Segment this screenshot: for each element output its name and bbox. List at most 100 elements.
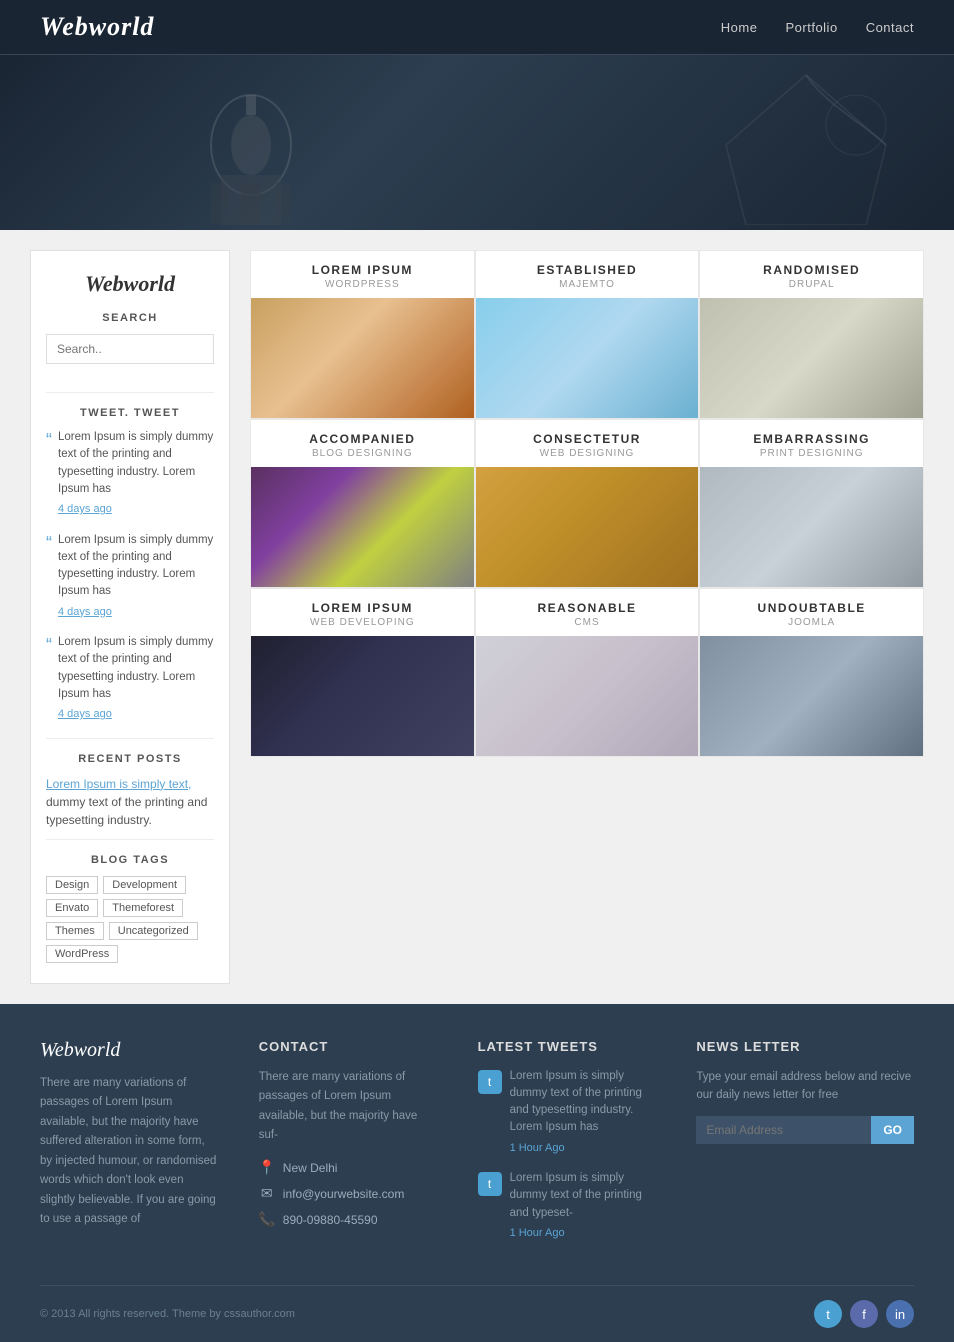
email-icon: ✉: [259, 1186, 275, 1202]
footer-address: 📍 New Delhi: [259, 1160, 438, 1176]
footer-tweets-title: LATEST TWEETS: [478, 1039, 657, 1054]
tweet-quote-icon-1: “: [46, 431, 52, 518]
tweet-item-3: “ Lorem Ipsum is simply dummy text of th…: [46, 634, 214, 723]
tweet-time-2[interactable]: 4 days ago: [58, 604, 214, 621]
portfolio-image-7: [251, 636, 474, 756]
portfolio-row-2: ACCOMPANIED BLOG DESIGNING CONSECTETUR W…: [250, 419, 924, 588]
twitter-icon-2: t: [478, 1172, 502, 1196]
tag-wordpress[interactable]: WordPress: [46, 945, 118, 963]
footer-contact-desc: There are many variations of passages of…: [259, 1068, 438, 1146]
portfolio-title-9: UNDOUBTABLE: [705, 601, 918, 615]
footer-contact-title: CONTACT: [259, 1039, 438, 1054]
portfolio-image-5: [476, 467, 699, 587]
portfolio-title-6: EMBARRASSING: [705, 432, 918, 446]
header-logo: Webworld: [40, 12, 154, 42]
footer-tweet-1: t Lorem Ipsum is simply dummy text of th…: [478, 1068, 657, 1157]
tag-design[interactable]: Design: [46, 876, 98, 894]
tweet-time-1[interactable]: 4 days ago: [58, 501, 214, 518]
tag-uncategorized[interactable]: Uncategorized: [109, 922, 198, 940]
tweet-content-2: Lorem Ipsum is simply dummy text of the …: [58, 532, 214, 621]
portfolio-subtitle-4: BLOG DESIGNING: [256, 448, 469, 459]
social-linkedin-button[interactable]: in: [886, 1300, 914, 1328]
portfolio-header-4: ACCOMPANIED BLOG DESIGNING: [251, 420, 474, 467]
portfolio-subtitle-5: WEB DESIGNING: [481, 448, 694, 459]
tweet-content-1: Lorem Ipsum is simply dummy text of the …: [58, 429, 214, 518]
portfolio-item-8[interactable]: REASONABLE CMS: [475, 588, 700, 757]
tag-themeforest[interactable]: Themeforest: [103, 899, 183, 917]
footer-newsletter-title: NEWS LETTER: [696, 1039, 914, 1054]
nav-home[interactable]: Home: [721, 20, 758, 35]
twitter-icon-1: t: [478, 1070, 502, 1094]
footer-newsletter-col: NEWS LETTER Type your email address belo…: [696, 1039, 914, 1256]
hero-structure-icon: [706, 65, 906, 225]
footer-email: ✉ info@yourwebsite.com: [259, 1186, 438, 1202]
portfolio-item-7[interactable]: LOREM IPSUM WEB DEVELOPING: [250, 588, 475, 757]
portfolio-item-3[interactable]: RANDOMISED DRUPAL: [699, 250, 924, 419]
tweet-item-1: “ Lorem Ipsum is simply dummy text of th…: [46, 429, 214, 518]
portfolio-header-2: ESTABLISHED MAJEMTO: [476, 251, 699, 298]
portfolio-subtitle-2: MAJEMTO: [481, 279, 694, 290]
sidebar-divider-1: [46, 392, 214, 393]
portfolio-header-9: UNDOUBTABLE JOOMLA: [700, 589, 923, 636]
tweet-item-2: “ Lorem Ipsum is simply dummy text of th…: [46, 532, 214, 621]
footer-tweet-2: t Lorem Ipsum is simply dummy text of th…: [478, 1170, 657, 1241]
newsletter-submit-button[interactable]: GO: [871, 1116, 914, 1144]
sidebar-divider-2: [46, 738, 214, 739]
portfolio-title-1: LOREM IPSUM: [256, 263, 469, 277]
footer-tweet-content-2: Lorem Ipsum is simply dummy text of the …: [510, 1170, 657, 1241]
tag-development[interactable]: Development: [103, 876, 186, 894]
portfolio-image-3: [700, 298, 923, 418]
portfolio-title-2: ESTABLISHED: [481, 263, 694, 277]
tag-themes[interactable]: Themes: [46, 922, 104, 940]
recent-posts-link[interactable]: Lorem Ipsum is simply text,: [46, 777, 191, 791]
portfolio-item-9[interactable]: UNDOUBTABLE JOOMLA: [699, 588, 924, 757]
tweet-section-title: TWEET. TWEET: [46, 407, 214, 419]
portfolio-subtitle-7: WEB DEVELOPING: [256, 617, 469, 628]
social-twitter-button[interactable]: t: [814, 1300, 842, 1328]
footer-logo: Webworld: [40, 1039, 219, 1062]
phone-icon: 📞: [259, 1212, 275, 1228]
portfolio-item-1[interactable]: LOREM IPSUM WORDPRESS: [250, 250, 475, 419]
portfolio-title-3: RANDOMISED: [705, 263, 918, 277]
portfolio-subtitle-9: JOOMLA: [705, 617, 918, 628]
recent-posts-title: RECENT POSTS: [46, 753, 214, 765]
portfolio-title-7: LOREM IPSUM: [256, 601, 469, 615]
footer-about-col: Webworld There are many variations of pa…: [40, 1039, 219, 1256]
tweet-time-3[interactable]: 4 days ago: [58, 706, 214, 723]
footer-tweet-content-1: Lorem Ipsum is simply dummy text of the …: [510, 1068, 657, 1157]
portfolio-image-2: [476, 298, 699, 418]
nav-portfolio[interactable]: Portfolio: [785, 20, 837, 35]
portfolio-row-3: LOREM IPSUM WEB DEVELOPING REASONABLE CM…: [250, 588, 924, 757]
hero-banner: [0, 55, 954, 230]
portfolio-item-5[interactable]: CONSECTETUR WEB DESIGNING: [475, 419, 700, 588]
newsletter-email-input[interactable]: [696, 1116, 871, 1144]
portfolio-subtitle-6: PRINT DESIGNING: [705, 448, 918, 459]
tag-envato[interactable]: Envato: [46, 899, 98, 917]
sidebar: Webworld SEARCH TWEET. TWEET “ Lorem Ips…: [30, 250, 230, 984]
search-input[interactable]: [46, 334, 214, 364]
social-facebook-button[interactable]: f: [850, 1300, 878, 1328]
portfolio-subtitle-8: CMS: [481, 617, 694, 628]
footer-tweets-col: LATEST TWEETS t Lorem Ipsum is simply du…: [478, 1039, 657, 1256]
recent-posts-text: dummy text of the printing and typesetti…: [46, 795, 207, 827]
newsletter-description: Type your email address below and recive…: [696, 1068, 914, 1105]
nav-contact[interactable]: Contact: [866, 20, 914, 35]
portfolio-header-5: CONSECTETUR WEB DESIGNING: [476, 420, 699, 467]
portfolio-grid: LOREM IPSUM WORDPRESS ESTABLISHED MAJEMT…: [250, 250, 924, 984]
portfolio-title-8: REASONABLE: [481, 601, 694, 615]
footer-grid: Webworld There are many variations of pa…: [40, 1039, 914, 1256]
portfolio-header-3: RANDOMISED DRUPAL: [700, 251, 923, 298]
portfolio-item-6[interactable]: EMBARRASSING PRINT DESIGNING: [699, 419, 924, 588]
blog-tags-container: Design Development Envato Themeforest Th…: [46, 876, 214, 963]
portfolio-image-6: [700, 467, 923, 587]
footer: Webworld There are many variations of pa…: [0, 1004, 954, 1342]
portfolio-header-1: LOREM IPSUM WORDPRESS: [251, 251, 474, 298]
portfolio-item-2[interactable]: ESTABLISHED MAJEMTO: [475, 250, 700, 419]
header: Webworld Home Portfolio Contact: [0, 0, 954, 55]
hero-dome-icon: [191, 65, 311, 225]
portfolio-item-4[interactable]: ACCOMPANIED BLOG DESIGNING: [250, 419, 475, 588]
tweet-quote-icon-3: “: [46, 636, 52, 723]
portfolio-image-4: [251, 467, 474, 587]
portfolio-header-7: LOREM IPSUM WEB DEVELOPING: [251, 589, 474, 636]
footer-description: There are many variations of passages of…: [40, 1074, 219, 1230]
